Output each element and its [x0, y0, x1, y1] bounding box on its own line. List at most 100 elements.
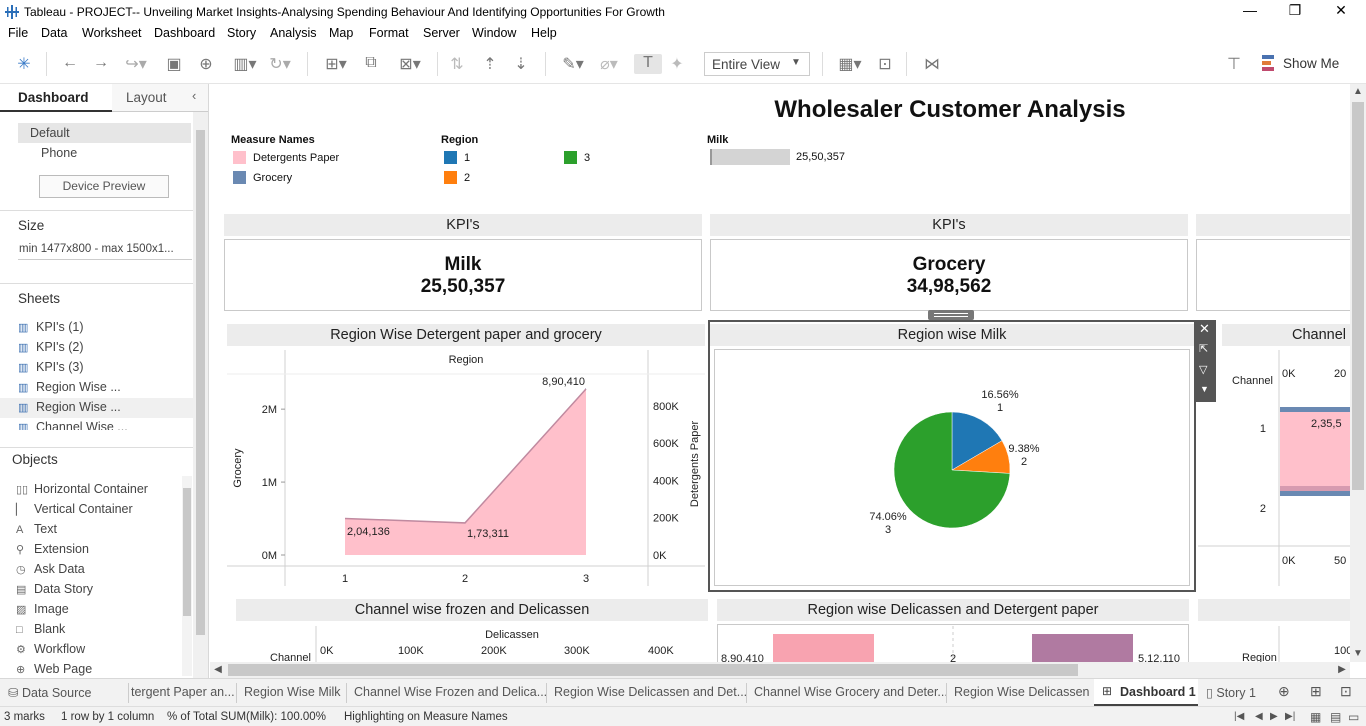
- share-icon[interactable]: ⋈: [921, 54, 943, 74]
- presentation-mode-icon[interactable]: ⊡: [875, 54, 895, 74]
- object-item[interactable]: ◷ Ask Data: [16, 562, 85, 576]
- kpi2-card[interactable]: Grocery 34,98,562: [710, 239, 1188, 311]
- new-story-tab-icon[interactable]: ⊡: [1340, 683, 1352, 700]
- tab-sheet[interactable]: Region Wise Delicassen: [954, 685, 1089, 699]
- highlight-icon[interactable]: ✎▾: [558, 54, 588, 74]
- sheet-item[interactable]: ▥ Region Wise ...: [18, 400, 121, 414]
- left-pane-scrollbar[interactable]: [193, 112, 208, 678]
- group-icon[interactable]: ⌀▾: [594, 54, 624, 74]
- horizontal-scroll-thumb[interactable]: [228, 664, 1078, 676]
- duplicate-sheet-icon[interactable]: ⧉: [361, 54, 381, 74]
- objects-scroll-thumb[interactable]: [183, 488, 191, 616]
- object-item[interactable]: ▯▯ Horizontal Container: [16, 482, 148, 496]
- refresh-icon[interactable]: ↻▾: [265, 54, 295, 74]
- clear-sheet-icon[interactable]: ⊠▾: [392, 54, 428, 74]
- frozen-deli-chart[interactable]: Delicassen Channel 0K 100K 200K 300K 400…: [236, 624, 708, 662]
- tab-sheet[interactable]: Channel Wise Frozen and Delica...: [354, 685, 547, 699]
- tab-sheet[interactable]: Channel Wise Grocery and Deter...: [754, 685, 948, 699]
- menu-file[interactable]: File: [8, 26, 28, 40]
- new-dashboard-tab-icon[interactable]: ⊞: [1310, 683, 1322, 700]
- device-preview-button[interactable]: Device Preview: [39, 175, 169, 198]
- pie-chart[interactable]: 16.56%1 9.38%2 74.06%3: [714, 350, 1190, 586]
- first-page-icon[interactable]: |◀: [1234, 711, 1244, 722]
- new-worksheet-icon[interactable]: ⊞▾: [318, 54, 354, 74]
- object-item[interactable]: A Text: [16, 522, 57, 536]
- save-icon[interactable]: ▣: [164, 54, 184, 74]
- collapse-pane-icon[interactable]: ‹: [192, 88, 196, 103]
- restore-button[interactable]: ❐: [1272, 2, 1318, 22]
- move-handle[interactable]: [928, 310, 974, 320]
- sheet-item[interactable]: ▥ Region Wise ...: [18, 380, 121, 394]
- legend-item[interactable]: Grocery: [233, 171, 292, 184]
- object-item[interactable]: □ Blank: [16, 622, 65, 636]
- left-pane-scroll-thumb[interactable]: [196, 130, 205, 635]
- kpi1-card[interactable]: Milk 25,50,357: [224, 239, 702, 311]
- swap-icon[interactable]: ⇅: [447, 54, 467, 74]
- close-window-button[interactable]: ✕: [1318, 2, 1364, 22]
- pause-updates-icon[interactable]: ▥▾: [227, 54, 263, 74]
- tab-sheet[interactable]: Region Wise Delicassen and Det...: [554, 685, 747, 699]
- grid-view-icon[interactable]: ▦: [1310, 710, 1321, 724]
- legend-milk-bar[interactable]: [710, 149, 790, 165]
- menu-dashboard[interactable]: Dashboard: [154, 26, 215, 40]
- channel-bar-chart[interactable]: Channel 0K 20 1 2 2,35,5 0K 50: [1198, 348, 1350, 588]
- object-item[interactable]: ⚲ Extension: [16, 542, 89, 556]
- menu-format[interactable]: Format: [369, 26, 409, 40]
- legend-item[interactable]: 3: [564, 151, 590, 164]
- show-labels-icon[interactable]: T: [634, 54, 662, 74]
- sheet-item[interactable]: ▥ KPI's (2): [18, 340, 84, 354]
- pin-icon[interactable]: ✦: [667, 54, 687, 74]
- object-item[interactable]: ▤ Data Story: [16, 582, 93, 596]
- new-worksheet-tab-icon[interactable]: ⊕: [1278, 683, 1290, 700]
- legend-item[interactable]: Detergents Paper: [233, 151, 339, 164]
- show-cards-icon[interactable]: ▦▾: [834, 54, 866, 74]
- last-page-icon[interactable]: ▶|: [1285, 711, 1295, 722]
- horizontal-scrollbar[interactable]: ◀ ▶: [210, 662, 1350, 678]
- replay-icon[interactable]: ↪▾: [121, 54, 151, 74]
- next-page-icon[interactable]: ▶: [1270, 711, 1278, 722]
- menu-analysis[interactable]: Analysis: [270, 26, 317, 40]
- sort-descending-icon[interactable]: ⇣: [511, 54, 531, 74]
- scroll-left-icon[interactable]: ◀: [210, 662, 226, 678]
- show-me-button[interactable]: Show Me: [1283, 56, 1339, 71]
- tab-dashboard-1[interactable]: ⊞ Dashboard 1: [1094, 679, 1198, 706]
- sheet-item[interactable]: ▥ Channel Wise ...: [18, 420, 128, 430]
- undo-icon[interactable]: ←: [60, 54, 80, 74]
- object-item[interactable]: ⊕ Web Page: [16, 662, 92, 676]
- bar-grocery[interactable]: [1280, 407, 1350, 412]
- remove-icon[interactable]: ✕: [1199, 321, 1210, 337]
- format-painter-icon[interactable]: ⊤: [1223, 54, 1245, 74]
- redo-icon[interactable]: →: [91, 54, 111, 74]
- menu-data[interactable]: Data: [41, 26, 67, 40]
- new-datasource-icon[interactable]: ⊕: [196, 54, 216, 74]
- minimize-button[interactable]: —: [1227, 2, 1273, 22]
- filmstrip-view-icon[interactable]: ▤: [1330, 710, 1341, 724]
- device-phone[interactable]: Phone: [41, 146, 77, 160]
- legend-item[interactable]: 1: [444, 151, 470, 164]
- objects-scrollbar[interactable]: [182, 476, 192, 676]
- bar-grocery[interactable]: [1280, 491, 1350, 496]
- sheet-item[interactable]: ▥ KPI's (3): [18, 360, 84, 374]
- prev-page-icon[interactable]: ◀: [1255, 711, 1263, 722]
- tab-sheet[interactable]: tergent Paper an...: [131, 685, 235, 699]
- show-me-icon[interactable]: [1262, 55, 1276, 71]
- partial-bottom-chart[interactable]: Region 100: [1198, 624, 1350, 662]
- tab-layout-pane[interactable]: Layout ‹: [112, 84, 208, 112]
- bar-right[interactable]: [1032, 634, 1133, 662]
- deli-det-chart[interactable]: 8,90,410 2 5,12,110: [717, 624, 1189, 662]
- vertical-scroll-thumb[interactable]: [1352, 102, 1364, 490]
- object-item[interactable]: ▨ Image: [16, 602, 69, 616]
- tab-story-1[interactable]: ▯ Story 1: [1206, 685, 1256, 700]
- bar-detergents-edge[interactable]: [1280, 486, 1350, 491]
- tab-dashboard-pane[interactable]: Dashboard: [0, 84, 112, 112]
- legend-item[interactable]: 2: [444, 171, 470, 184]
- area-chart[interactable]: Region 0M 1M 2M 0K 200K 400K 600K 800K 1 2 3 2,04,1…: [227, 348, 705, 588]
- size-dropdown[interactable]: min 1477x800 - max 1500x1...: [18, 242, 192, 260]
- tab-view-icon[interactable]: ▭: [1348, 710, 1359, 724]
- object-item[interactable]: ▏ Vertical Container: [16, 502, 133, 516]
- scroll-down-icon[interactable]: ▼: [1350, 646, 1366, 662]
- tab-sheet[interactable]: Region Wise Milk: [244, 685, 341, 699]
- kpi3-card[interactable]: [1196, 239, 1350, 311]
- menu-worksheet[interactable]: Worksheet: [82, 26, 142, 40]
- object-item[interactable]: ⚙ Workflow: [16, 642, 85, 656]
